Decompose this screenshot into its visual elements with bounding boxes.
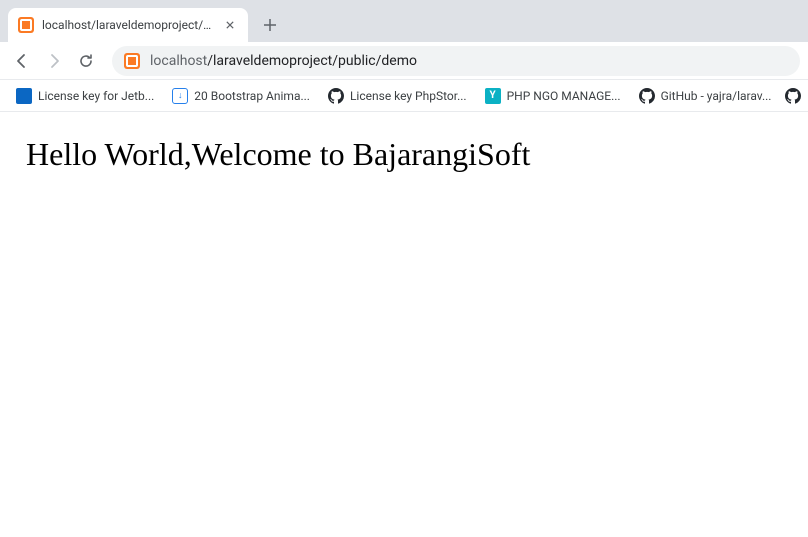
bookmark-label: PHP NGO MANAGE... [507, 89, 621, 103]
forward-button[interactable] [40, 47, 68, 75]
square-icon: Y [485, 88, 501, 104]
bookmark-overflow[interactable] [783, 84, 803, 108]
url-host: localhost [150, 53, 207, 69]
square-icon [16, 88, 32, 104]
back-button[interactable] [8, 47, 36, 75]
bookmarks-bar: License key for Jetb... ↓ 20 Bootstrap A… [0, 80, 808, 112]
xampp-favicon-icon [18, 17, 34, 33]
bookmark-label: License key for Jetb... [38, 89, 154, 103]
bookmark-bootstrap-anima[interactable]: ↓ 20 Bootstrap Anima... [166, 84, 316, 108]
bookmark-license-jetb[interactable]: License key for Jetb... [10, 84, 160, 108]
bookmark-label: GitHub - yajra/larav... [661, 89, 772, 103]
bookmark-license-phpstor[interactable]: License key PhpStor... [322, 84, 473, 108]
bookmark-label: 20 Bootstrap Anima... [194, 89, 310, 103]
close-tab-button[interactable] [222, 17, 238, 33]
browser-chrome: localhost/laraveldemoproject/pu localhos… [0, 0, 808, 112]
url-text: localhost/laraveldemoproject/public/demo [150, 53, 788, 69]
address-bar[interactable]: localhost/laraveldemoproject/public/demo [112, 46, 800, 76]
github-icon [328, 88, 344, 104]
xampp-address-icon [124, 53, 140, 69]
navigation-toolbar: localhost/laraveldemoproject/public/demo [0, 42, 808, 80]
page-heading: Hello World,Welcome to BajarangiSoft [26, 136, 782, 173]
tab-bar: localhost/laraveldemoproject/pu [0, 8, 808, 42]
bookmark-label: License key PhpStor... [350, 89, 467, 103]
tab-title: localhost/laraveldemoproject/pu [42, 18, 214, 32]
reload-button[interactable] [72, 47, 100, 75]
bootstrap-icon: ↓ [172, 88, 188, 104]
github-icon [785, 88, 801, 104]
new-tab-button[interactable] [256, 11, 284, 39]
bookmark-php-ngo[interactable]: Y PHP NGO MANAGE... [479, 84, 627, 108]
github-icon [639, 88, 655, 104]
page-content: Hello World,Welcome to BajarangiSoft [0, 112, 808, 197]
browser-tab-active[interactable]: localhost/laraveldemoproject/pu [8, 8, 248, 42]
bookmark-github-yajra[interactable]: GitHub - yajra/larav... [633, 84, 778, 108]
url-path: /laraveldemoproject/public/demo [207, 53, 417, 69]
